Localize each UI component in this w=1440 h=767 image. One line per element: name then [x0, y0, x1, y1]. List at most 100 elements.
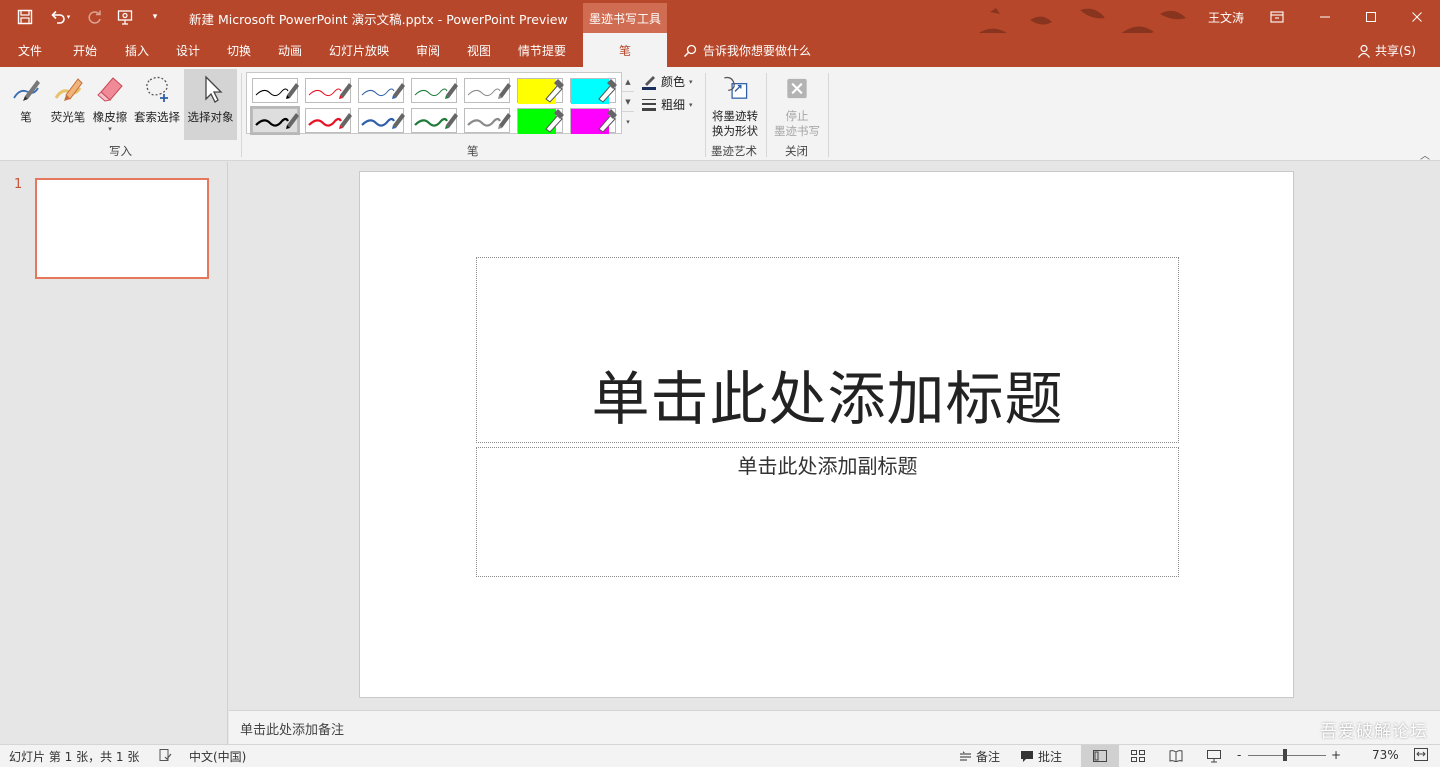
undo-icon [51, 10, 65, 24]
tab-design[interactable]: 设计 [176, 42, 200, 59]
gallery-up-arrow[interactable]: ▲ [622, 72, 634, 92]
user-name[interactable]: 王文涛 [1208, 9, 1244, 26]
tab-review[interactable]: 审阅 [416, 42, 440, 59]
notes-toggle-button[interactable]: 备注 [959, 748, 1000, 765]
pen-swatch-icon [361, 83, 405, 99]
convert-ink-label: 将墨迹转 换为形状 [712, 109, 758, 139]
pen-swatch[interactable] [517, 78, 564, 104]
pen-swatch[interactable] [358, 78, 405, 103]
slide-canvas[interactable]: 单击此处添加标题 单击此处添加副标题 [359, 171, 1294, 698]
tab-pens[interactable]: 笔 [583, 33, 667, 67]
fit-window-icon [1414, 748, 1428, 761]
slideshow-icon [1207, 749, 1221, 762]
highlighter-tool-label: 荧光笔 [50, 110, 86, 124]
slideshow-view-button[interactable] [1195, 745, 1233, 767]
select-objects-button[interactable]: 选择对象 [184, 69, 237, 140]
pen-thickness-button[interactable]: 粗细 ▾ [641, 96, 693, 113]
pen-tool-button[interactable]: 笔 [6, 71, 46, 139]
title-bar: ▾ ▾ 新建 Microsoft PowerPoint 演示文稿.pptx - … [0, 0, 1440, 33]
pen-gallery [246, 72, 634, 135]
write-group-label: 写入 [109, 144, 132, 158]
pen-swatch[interactable] [464, 108, 511, 133]
start-from-beginning-button[interactable] [110, 0, 140, 33]
pen-swatch[interactable] [517, 108, 564, 134]
zoom-slider[interactable] [1248, 755, 1326, 756]
pen-swatch[interactable] [305, 78, 352, 103]
ink-to-shape-icon [724, 76, 748, 99]
pen-swatch[interactable] [358, 108, 405, 133]
tab-file[interactable]: 文件 [18, 42, 42, 59]
pen-swatch[interactable] [305, 108, 352, 133]
share-button[interactable]: 共享(S) [1357, 42, 1416, 59]
tab-insert[interactable]: 插入 [125, 42, 149, 59]
pen-swatch-icon [467, 83, 511, 99]
pen-swatch-icon [308, 83, 352, 99]
normal-view-button[interactable] [1081, 745, 1119, 767]
pen-swatch[interactable] [411, 78, 458, 103]
highlighter-swatch-icon [571, 109, 617, 134]
notes-pane[interactable]: 单击此处添加备注 吾爱破解论坛 [229, 710, 1440, 744]
pen-swatch[interactable] [411, 108, 458, 133]
window-controls [1302, 0, 1440, 33]
undo-button[interactable]: ▾ [40, 0, 80, 33]
pen-color-button[interactable]: 颜色 ▾ [641, 73, 693, 90]
pen-swatch[interactable] [464, 78, 511, 103]
share-label: 共享(S) [1375, 44, 1416, 58]
slide-count: 幻灯片 第 1 张，共 1 张 [9, 750, 140, 764]
tab-transitions[interactable]: 切换 [227, 42, 251, 59]
pen-swatch[interactable] [570, 78, 617, 104]
undo-dropdown-icon[interactable]: ▾ [67, 13, 71, 21]
subtitle-placeholder-text: 单击此处添加副标题 [737, 454, 918, 478]
tell-me-box[interactable]: 告诉我你想要做什么 [683, 42, 811, 59]
slide-sorter-icon [1131, 750, 1145, 762]
highlighter-tool-button[interactable]: 荧光笔 [48, 71, 88, 139]
maximize-icon [1366, 11, 1376, 22]
pen-icon [13, 80, 40, 101]
close-window-button[interactable] [1394, 0, 1440, 33]
collapse-ribbon-button[interactable]: ︿ [1420, 147, 1430, 162]
zoom-out-button[interactable]: - [1237, 748, 1241, 762]
fit-to-window-button[interactable] [1414, 748, 1428, 761]
lasso-select-button[interactable]: 套索选择 [132, 71, 182, 139]
save-button[interactable] [10, 0, 40, 33]
language-indicator[interactable]: 中文(中国) [189, 748, 246, 765]
customize-qat-button[interactable]: ▾ [140, 0, 170, 33]
title-placeholder[interactable]: 单击此处添加标题 [476, 257, 1179, 443]
pen-swatch[interactable] [250, 106, 300, 135]
comments-toggle-button[interactable]: 批注 [1020, 748, 1062, 765]
maximize-button[interactable] [1348, 0, 1394, 33]
tab-view[interactable]: 视图 [467, 42, 491, 59]
gallery-down-arrow[interactable]: ▼ [622, 92, 634, 112]
eraser-dropdown-icon[interactable]: ▾ [108, 125, 112, 133]
tab-home[interactable]: 开始 [73, 42, 97, 59]
slide-thumbnail[interactable] [35, 178, 209, 279]
eraser-tool-button[interactable]: 橡皮擦 ▾ [90, 71, 130, 139]
highlighter-swatch-icon [518, 109, 564, 134]
convert-ink-label-line1: 将墨迹转 [712, 109, 758, 123]
zoom-level[interactable]: 73% [1372, 748, 1399, 762]
tab-animations[interactable]: 动画 [278, 42, 302, 59]
ribbon-display-options-button[interactable] [1262, 0, 1292, 33]
normal-view-icon [1093, 750, 1107, 762]
tab-storyboarding[interactable]: 情节提要 [518, 42, 566, 59]
minimize-button[interactable] [1302, 0, 1348, 33]
spell-check-button[interactable] [158, 748, 172, 762]
pen-swatch[interactable] [570, 108, 617, 134]
redo-button[interactable] [80, 0, 110, 33]
group-separator [241, 73, 242, 157]
reading-view-button[interactable] [1157, 745, 1195, 767]
pen-swatch[interactable] [252, 78, 299, 103]
slide-sorter-view-button[interactable] [1119, 745, 1157, 767]
cursor-arrow-icon [204, 75, 223, 103]
zoom-in-button[interactable]: + [1331, 748, 1341, 762]
zoom-slider-thumb[interactable] [1283, 749, 1287, 761]
slide-thumbnail-pane: 1 [0, 162, 228, 744]
gallery-more-arrow[interactable]: ▾ [622, 112, 634, 132]
ink-tools-context-label: 墨迹书写工具 [583, 3, 667, 33]
tab-slideshow[interactable]: 幻灯片放映 [329, 42, 389, 59]
convert-ink-to-shape-button[interactable]: 将墨迹转 换为形状 [708, 71, 762, 139]
stop-inking-button[interactable]: 停止 墨迹书写 [770, 71, 824, 139]
document-title: 新建 Microsoft PowerPoint 演示文稿.pptx - Powe… [189, 12, 568, 27]
close-group-label: 关闭 [785, 144, 808, 158]
subtitle-placeholder[interactable]: 单击此处添加副标题 [476, 447, 1179, 577]
